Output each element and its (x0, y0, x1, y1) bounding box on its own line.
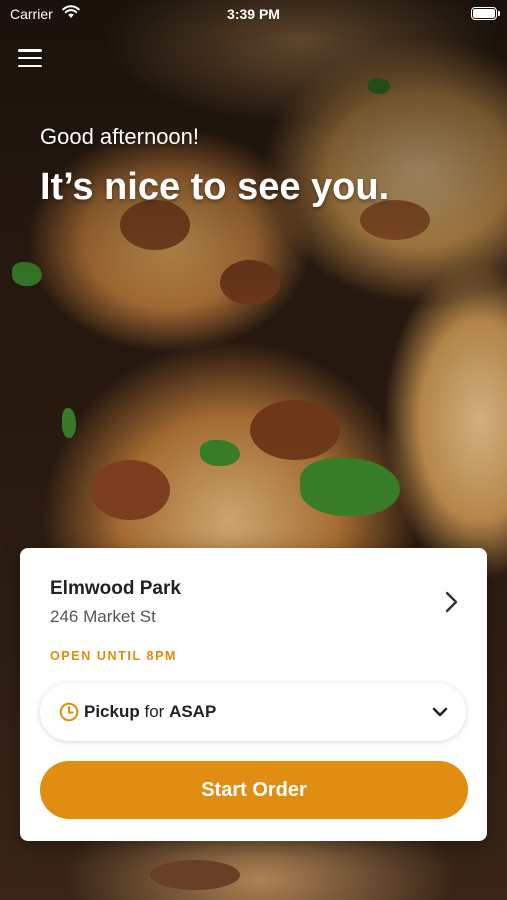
clock-icon (59, 702, 79, 722)
location-selector[interactable]: Elmwood Park 246 Market St (20, 548, 487, 638)
greeting-text: Good afternoon! (40, 124, 200, 149)
pickup-time: ASAP (169, 702, 217, 721)
location-name: Elmwood Park (50, 578, 181, 599)
pickup-time-selector[interactable]: Pickup for ASAP (40, 683, 466, 741)
pickup-summary: Pickup for ASAP (84, 702, 216, 722)
start-order-button[interactable]: Start Order (40, 761, 468, 819)
chevron-down-icon (432, 707, 448, 717)
order-card: Elmwood Park 246 Market St OPEN UNTIL 8P… (20, 548, 487, 841)
clock-time: 3:39 PM (227, 6, 280, 22)
status-bar: Carrier 3:39 PM (0, 0, 507, 28)
hours-status: OPEN UNTIL 8PM (50, 649, 178, 663)
location-address: 246 Market St (50, 607, 156, 626)
welcome-headline: It’s nice to see you. (40, 166, 390, 208)
hamburger-menu-icon[interactable] (18, 48, 42, 68)
battery-icon (471, 7, 500, 20)
chevron-right-icon (445, 591, 458, 613)
pickup-mode: Pickup (84, 702, 140, 721)
pickup-connector: for (144, 702, 165, 721)
